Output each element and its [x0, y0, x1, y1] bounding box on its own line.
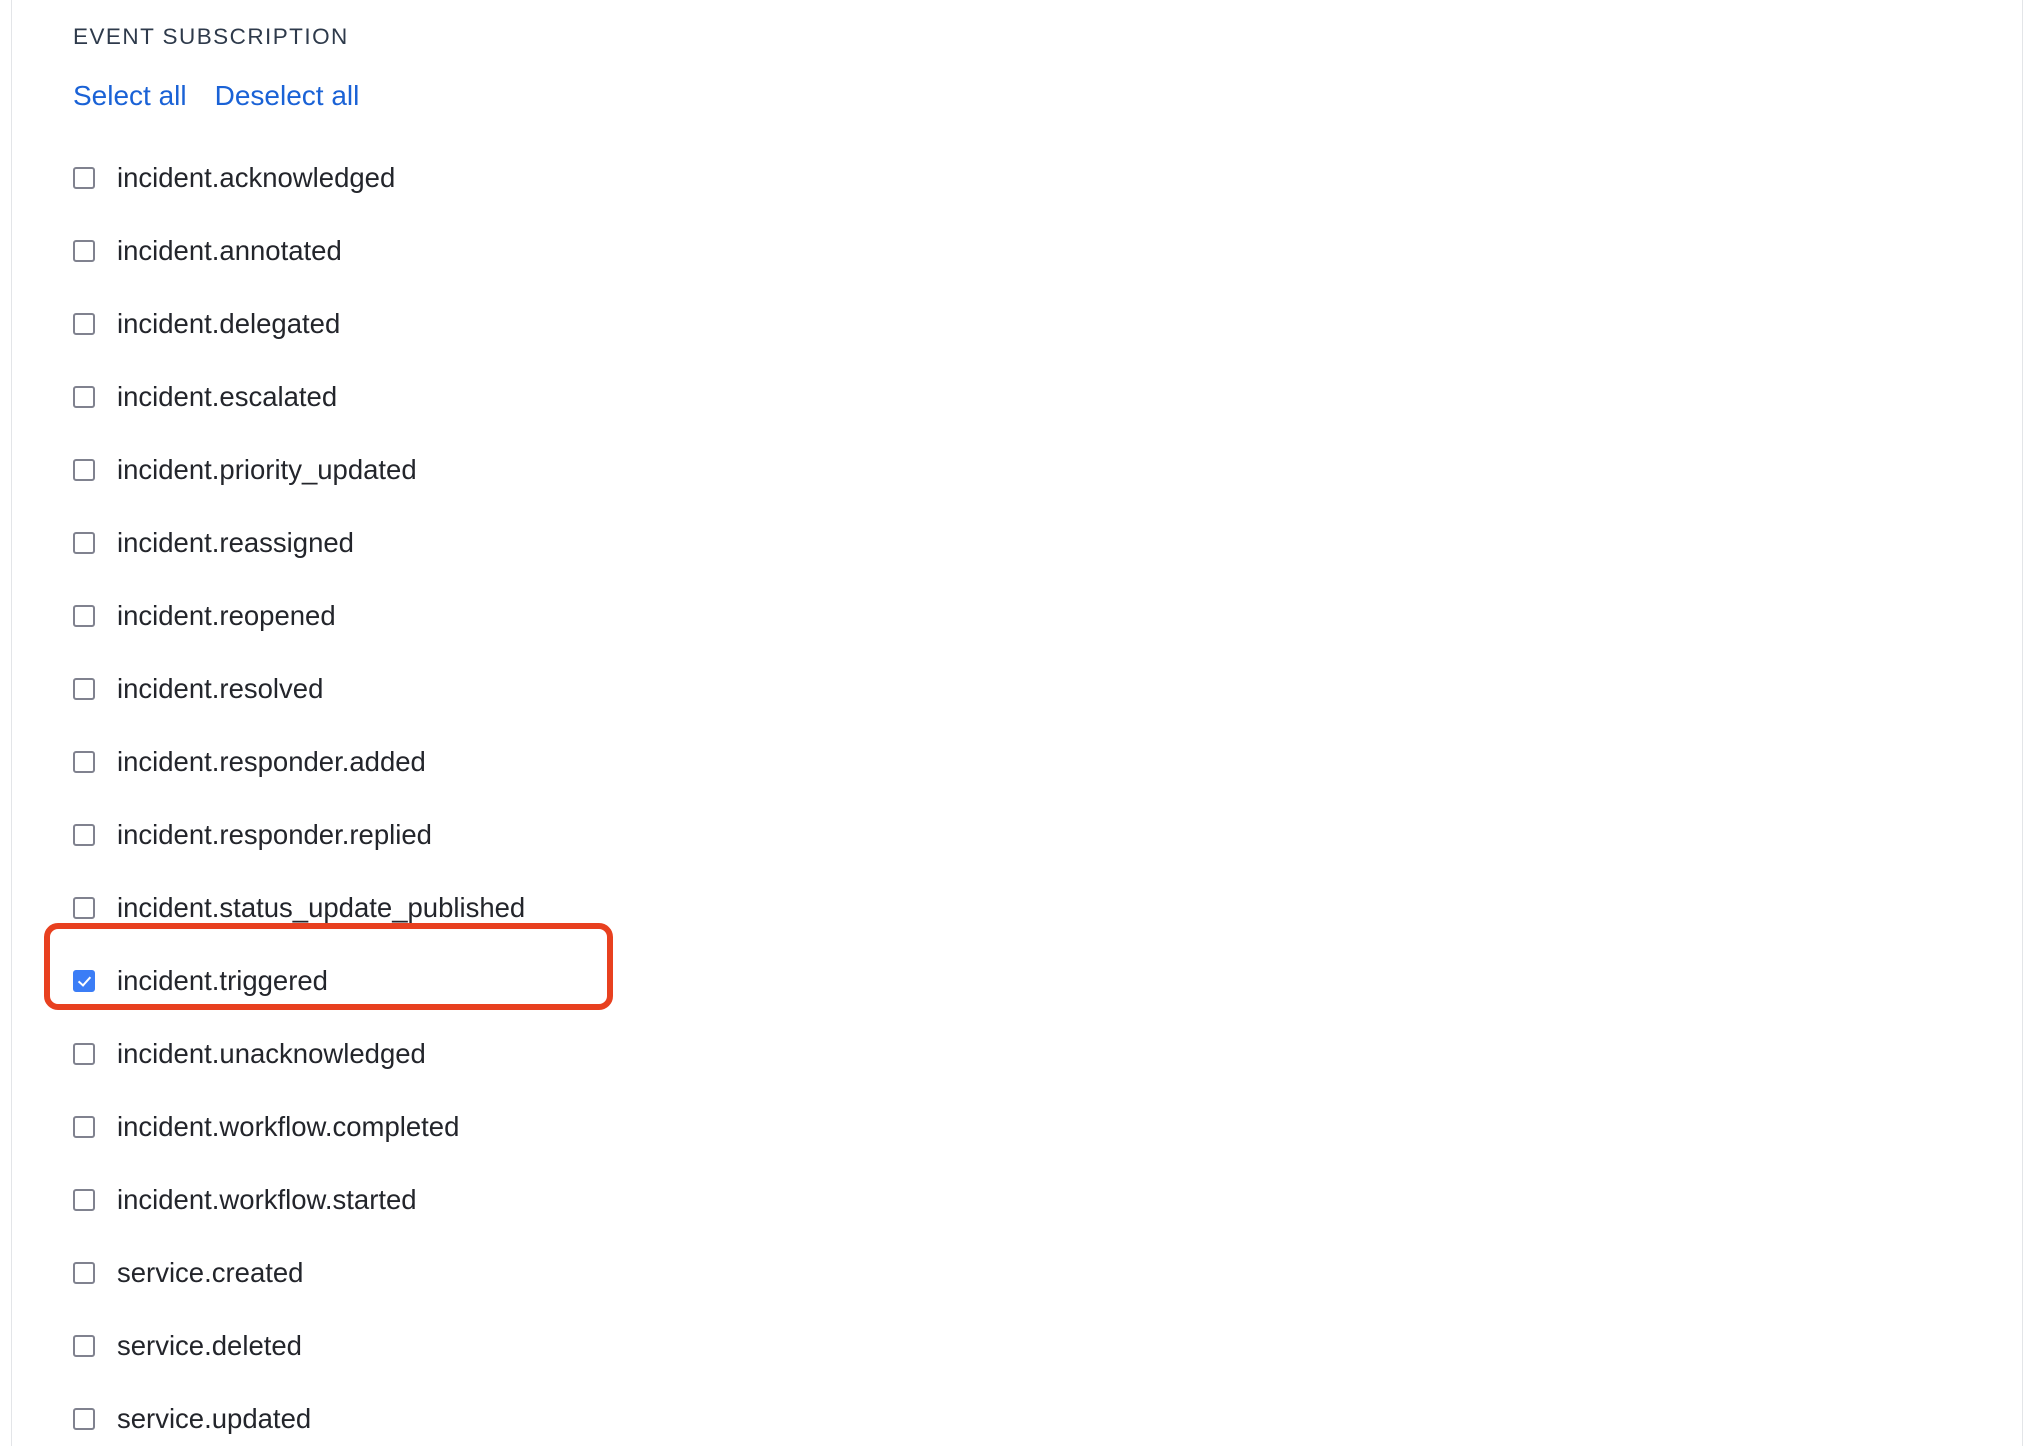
event-label[interactable]: incident.acknowledged [117, 162, 395, 194]
event-label[interactable]: service.deleted [117, 1330, 302, 1362]
checkbox-unchecked-icon[interactable] [73, 677, 95, 700]
event-label[interactable]: incident.escalated [117, 381, 337, 413]
event-row[interactable]: service.created [0, 1236, 2036, 1309]
event-label[interactable]: incident.status_update_published [117, 892, 525, 924]
event-subscription-list: incident.acknowledged incident.annotated i… [0, 141, 2036, 1455]
event-row[interactable]: incident.annotated [0, 214, 2036, 287]
deselect-all-link[interactable]: Deselect all [215, 79, 360, 113]
event-row[interactable]: incident.responder.added [0, 725, 2036, 798]
event-row[interactable]: incident.escalated [0, 360, 2036, 433]
select-all-link[interactable]: Select all [73, 79, 187, 113]
event-label[interactable]: incident.responder.added [117, 746, 426, 778]
checkbox-unchecked-icon[interactable] [73, 166, 95, 189]
event-label[interactable]: incident.reopened [117, 600, 336, 632]
checkbox-unchecked-icon[interactable] [73, 1407, 95, 1430]
checkbox-unchecked-icon[interactable] [73, 823, 95, 846]
checkbox-unchecked-icon[interactable] [73, 896, 95, 919]
checkbox-unchecked-icon[interactable] [73, 1261, 95, 1284]
event-row[interactable]: incident.reopened [0, 579, 2036, 652]
event-label[interactable]: service.created [117, 1257, 303, 1289]
bulk-actions: Select all Deselect all [73, 79, 359, 113]
event-label[interactable]: incident.triggered [117, 965, 328, 997]
event-label[interactable]: incident.responder.replied [117, 819, 432, 851]
event-row[interactable]: incident.priority_updated [0, 433, 2036, 506]
checkbox-unchecked-icon[interactable] [73, 1188, 95, 1211]
event-row[interactable]: incident.workflow.completed [0, 1090, 2036, 1163]
event-row[interactable]: incident.delegated [0, 287, 2036, 360]
checkbox-unchecked-icon[interactable] [73, 531, 95, 554]
event-row[interactable]: incident.acknowledged [0, 141, 2036, 214]
checkbox-unchecked-icon[interactable] [73, 1115, 95, 1138]
event-label[interactable]: incident.workflow.started [117, 1184, 417, 1216]
event-label[interactable]: incident.delegated [117, 308, 340, 340]
event-label[interactable]: incident.reassigned [117, 527, 354, 559]
checkbox-unchecked-icon[interactable] [73, 239, 95, 262]
event-label[interactable]: incident.workflow.completed [117, 1111, 459, 1143]
checkbox-unchecked-icon[interactable] [73, 604, 95, 627]
event-label[interactable]: incident.annotated [117, 235, 342, 267]
event-subscription-panel: EVENT SUBSCRIPTION Select all Deselect a… [0, 0, 2036, 1446]
checkbox-unchecked-icon[interactable] [73, 1334, 95, 1357]
checkbox-unchecked-icon[interactable] [73, 385, 95, 408]
event-row[interactable]: incident.unacknowledged [0, 1017, 2036, 1090]
event-row[interactable]: incident.workflow.started [0, 1163, 2036, 1236]
event-label[interactable]: incident.unacknowledged [117, 1038, 426, 1070]
event-row[interactable]: service.updated [0, 1382, 2036, 1455]
event-row[interactable]: incident.responder.replied [0, 798, 2036, 871]
checkbox-unchecked-icon[interactable] [73, 458, 95, 481]
checkbox-unchecked-icon[interactable] [73, 1042, 95, 1065]
checkbox-unchecked-icon[interactable] [73, 312, 95, 335]
checkbox-checked-icon[interactable] [73, 969, 95, 992]
event-row[interactable]: incident.status_update_published [0, 871, 2036, 944]
event-row[interactable]: service.deleted [0, 1309, 2036, 1382]
event-label[interactable]: incident.resolved [117, 673, 323, 705]
event-row[interactable]: incident.triggered [0, 944, 2036, 1017]
event-label[interactable]: service.updated [117, 1403, 311, 1435]
event-row[interactable]: incident.reassigned [0, 506, 2036, 579]
event-row[interactable]: incident.resolved [0, 652, 2036, 725]
event-label[interactable]: incident.priority_updated [117, 454, 417, 486]
section-title: EVENT SUBSCRIPTION [73, 24, 349, 49]
checkbox-unchecked-icon[interactable] [73, 750, 95, 773]
